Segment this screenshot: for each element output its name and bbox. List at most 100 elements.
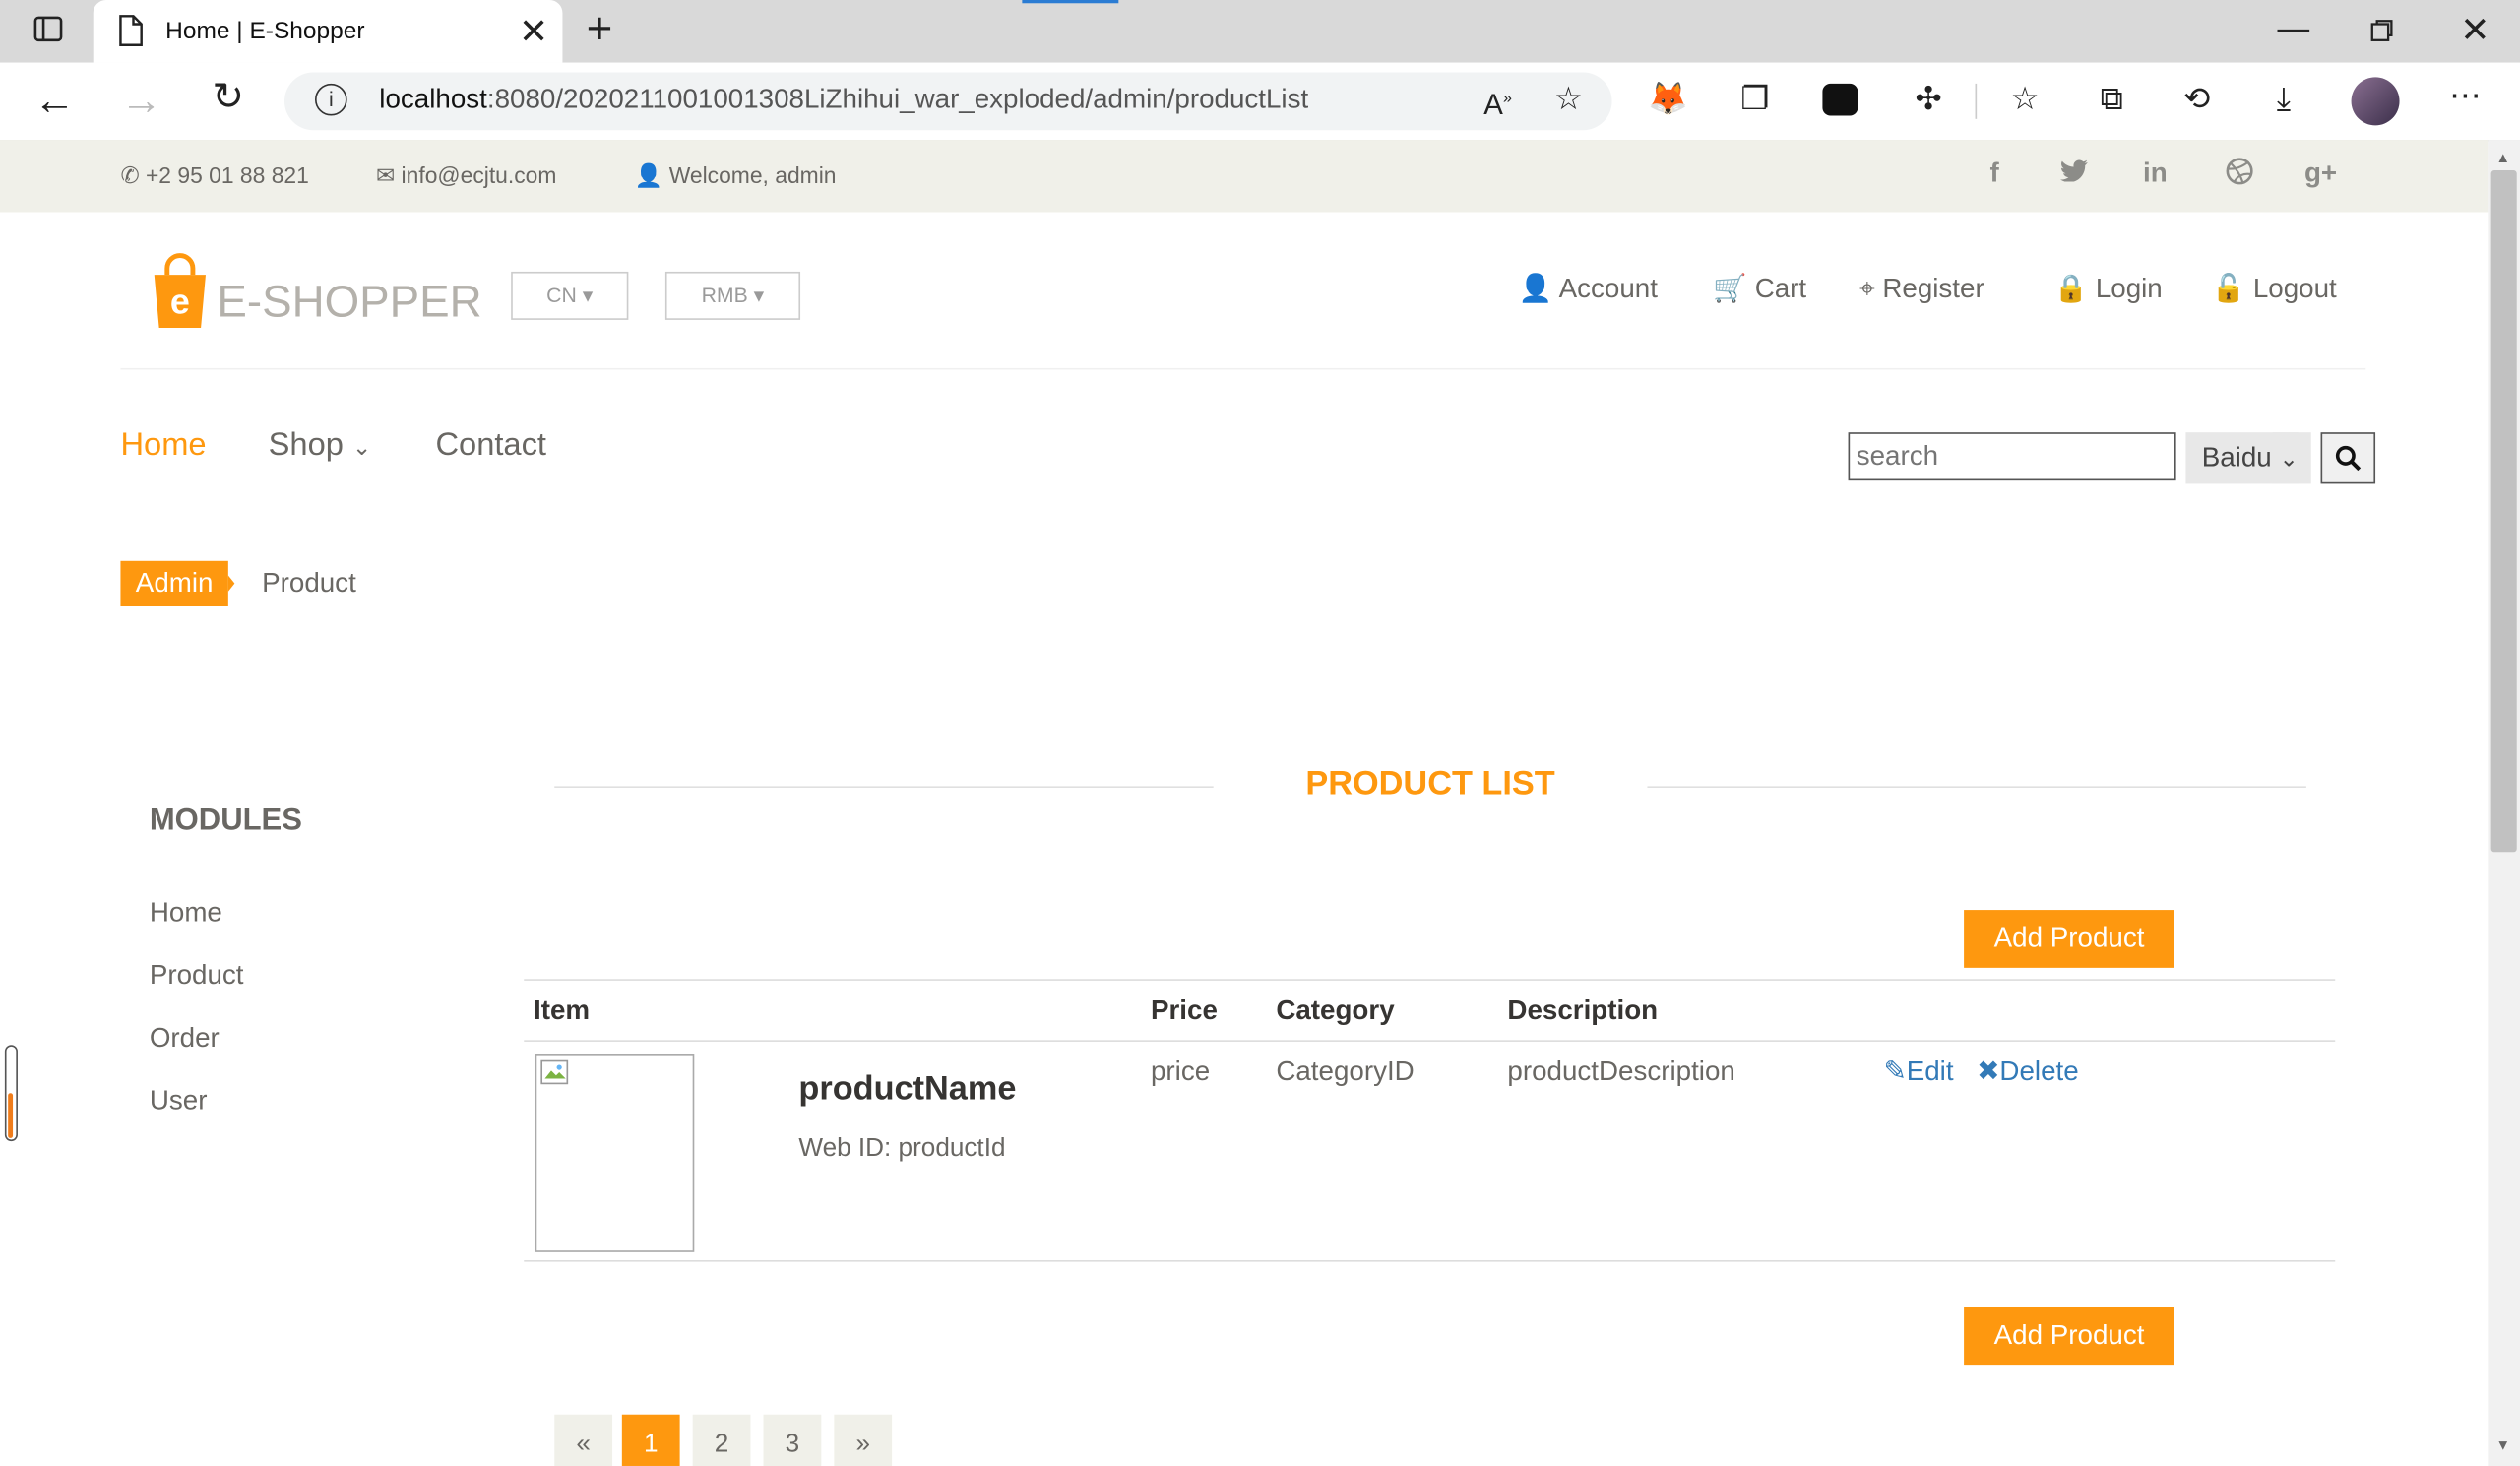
account-link[interactable]: 👤 Account (1519, 274, 1658, 306)
downloads-icon[interactable]: ⤓ (2261, 81, 2306, 119)
site-info-icon[interactable]: i (314, 83, 347, 116)
favorites-icon[interactable]: ☆ (2002, 81, 2048, 119)
nav-home[interactable]: Home (120, 427, 206, 465)
lock-icon: 🔒 (2053, 273, 2089, 304)
email-text: info@ecjtu.com (401, 161, 557, 189)
currency-dropdown[interactable]: RMB ▾ (664, 271, 801, 320)
scroll-up-arrow[interactable]: ▲ (2496, 150, 2511, 165)
sidebar-item-user[interactable]: User (150, 1085, 208, 1117)
phone-icon: ✆ (120, 161, 140, 189)
toolbar-divider (1975, 83, 1978, 119)
add-product-button-bottom[interactable]: Add Product (1964, 1307, 2174, 1366)
product-price: price (1150, 1055, 1211, 1087)
product-image[interactable] (535, 1054, 695, 1252)
read-aloud-icon[interactable]: A» (1476, 81, 1521, 124)
linkedin-icon[interactable]: in (2136, 158, 2174, 190)
product-web-id: Web ID: productId (798, 1134, 1006, 1163)
search-button[interactable] (2320, 432, 2376, 484)
history-icon[interactable]: ⟲ (2174, 81, 2220, 119)
table-header-border (524, 1040, 2336, 1042)
minimize-icon[interactable]: — (2273, 10, 2314, 48)
nav-shop-label: Shop (268, 427, 344, 464)
login-link[interactable]: 🔒 Login (2054, 274, 2163, 306)
envelope-icon: ✉ (376, 161, 396, 189)
forward-icon[interactable]: → (119, 79, 164, 120)
extension-copy-icon[interactable]: ❐ (1732, 81, 1778, 119)
page-title: PRODUCT LIST (1305, 765, 1555, 802)
page-icon (116, 15, 145, 55)
product-name[interactable]: productName (798, 1070, 1016, 1109)
delete-label: Delete (1999, 1055, 2079, 1087)
extension-dark-icon[interactable] (1822, 83, 1858, 116)
back-icon[interactable]: ← (32, 79, 78, 120)
search-input[interactable] (1848, 432, 2176, 481)
scrollbar-thumb[interactable] (2490, 170, 2517, 853)
facebook-icon[interactable]: f (1976, 158, 2014, 190)
currency-value: RMB (701, 283, 748, 307)
sidebar-title: MODULES (149, 803, 302, 838)
logo-text[interactable]: E-SHOPPER (217, 277, 481, 328)
url-text[interactable]: localhost:8080/2020211001001308LiZhihui_… (379, 84, 1308, 116)
close-window-icon[interactable]: ✕ (2454, 11, 2495, 49)
pagination-next[interactable]: » (834, 1414, 893, 1466)
product-category: CategoryID (1276, 1055, 1415, 1087)
pagination-page-3[interactable]: 3 (763, 1414, 822, 1466)
dribbble-icon[interactable] (2220, 158, 2258, 193)
language-dropdown[interactable]: CN ▾ (511, 271, 629, 320)
sidebar-item-product[interactable]: Product (150, 960, 244, 992)
edit-link[interactable]: ✎Edit (1883, 1056, 1953, 1089)
side-scroll-indicator[interactable] (4, 1045, 18, 1142)
header-divider (120, 367, 2366, 370)
broken-image-icon (540, 1059, 569, 1085)
collections-icon[interactable]: ⧉ (2089, 81, 2134, 119)
tab-actions-icon[interactable] (29, 13, 67, 54)
nav-shop[interactable]: Shop ⌄ (269, 427, 372, 465)
refresh-icon[interactable]: ↻ (206, 78, 251, 117)
breadcrumb-admin[interactable]: Admin (120, 560, 228, 606)
twitter-icon[interactable] (2054, 158, 2093, 190)
crosshairs-icon: ⌖ (1858, 273, 1875, 304)
scroll-down-arrow[interactable]: ▼ (2496, 1437, 2511, 1453)
phone-text: +2 95 01 88 821 (145, 161, 309, 189)
pagination-prev[interactable]: « (554, 1414, 613, 1466)
caret-down-icon: ▾ (582, 283, 594, 307)
close-tab-icon[interactable]: ✕ (514, 12, 552, 51)
column-header-description: Description (1507, 994, 1659, 1026)
language-value: CN (546, 283, 577, 307)
profile-avatar[interactable] (2351, 77, 2400, 126)
topbar (0, 140, 2488, 213)
table-top-border (524, 979, 2336, 981)
login-label: Login (2095, 273, 2163, 304)
add-product-button[interactable]: Add Product (1964, 910, 2174, 968)
add-favorite-icon[interactable]: ☆ (1546, 81, 1592, 119)
chevron-down-icon: ⌄ (2273, 432, 2299, 484)
cart-link[interactable]: 🛒 Cart (1713, 274, 1806, 306)
column-header-item: Item (534, 994, 591, 1026)
logout-label: Logout (2252, 273, 2337, 304)
table-bottom-border (524, 1259, 2336, 1262)
nav-contact[interactable]: Contact (435, 427, 546, 465)
title-line-right (1647, 786, 2306, 788)
register-label: Register (1882, 273, 1984, 304)
welcome-user: 👤 Welcome, admin (635, 162, 837, 190)
google-plus-icon[interactable]: g+ (2301, 158, 2340, 190)
restore-icon[interactable] (2369, 18, 2395, 51)
register-link[interactable]: ⌖ Register (1859, 274, 1984, 306)
column-header-price: Price (1150, 994, 1218, 1026)
new-tab-icon[interactable]: + (579, 6, 620, 51)
logout-link[interactable]: 🔓 Logout (2212, 274, 2337, 306)
cart-icon: 🛒 (1713, 273, 1747, 304)
delete-link[interactable]: ✖Delete (1977, 1056, 2078, 1089)
pagination-page-2[interactable]: 2 (692, 1414, 751, 1466)
user-icon: 👤 (634, 161, 663, 189)
url-path: :8080/2020211001001308LiZhihui_war_explo… (486, 83, 1309, 114)
extensions-puzzle-icon[interactable]: ✣ (1906, 81, 1951, 119)
sidebar-item-order[interactable]: Order (150, 1022, 220, 1054)
more-menu-icon[interactable]: ⋯ (2443, 77, 2488, 115)
extension-fox-icon[interactable]: 🦊 (1646, 81, 1691, 119)
chevron-down-icon: ⌄ (352, 433, 372, 460)
logo-letter: e (169, 281, 190, 322)
sidebar-item-home[interactable]: Home (150, 897, 222, 929)
search-engine-select[interactable]: Baidu ⌄ (2185, 432, 2311, 484)
pagination-page-1[interactable]: 1 (621, 1414, 680, 1466)
